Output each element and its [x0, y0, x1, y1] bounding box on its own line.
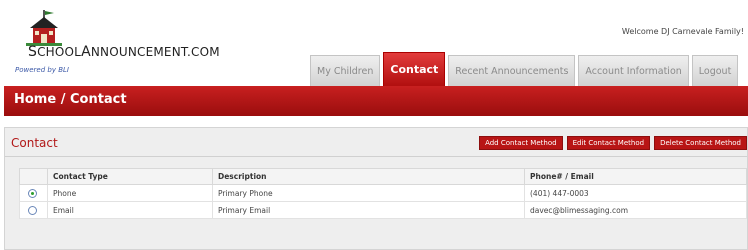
tab-my-children[interactable]: My Children: [310, 55, 381, 86]
delete-contact-method-button[interactable]: Delete Contact Method: [654, 136, 747, 150]
row-radio-button[interactable]: [28, 188, 37, 198]
panel-title: Contact: [11, 136, 58, 150]
column-header-phone-email: Phone# / Email: [524, 168, 747, 185]
page-header-bar: Home / Contact: [4, 86, 748, 116]
welcome-message: Welcome DJ Carnevale Family!: [621, 27, 744, 36]
cell-phone-email: (401) 447-0003: [524, 184, 747, 202]
main-tabs: My Children Contact Recent Announcements…: [310, 52, 741, 86]
logo-wordmark: SCHOOLANNOUNCEMENT.COM: [28, 44, 220, 60]
schoolhouse-icon: [26, 10, 62, 46]
contact-panel: Contact Add Contact Method Edit Contact …: [4, 127, 748, 250]
edit-contact-method-button[interactable]: Edit Contact Method: [566, 136, 651, 150]
cell-phone-email: davec@blimessaging.com: [524, 201, 747, 219]
site-logo[interactable]: SCHOOLANNOUNCEMENT.COM Powered by BLI: [12, 6, 232, 76]
cell-description: Primary Phone: [212, 184, 525, 202]
contact-actions: Add Contact Method Edit Contact Method D…: [475, 136, 747, 150]
cell-contact-type: Email: [47, 201, 213, 219]
tab-account-information[interactable]: Account Information: [578, 55, 689, 86]
cell-contact-type: Phone: [47, 184, 213, 202]
cell-description: Primary Email: [212, 201, 525, 219]
table-row[interactable]: Phone Primary Phone (401) 447-0003: [19, 184, 747, 202]
row-radio-button[interactable]: [28, 205, 37, 215]
select-column-header: [19, 168, 48, 185]
column-header-contact-type: Contact Type: [47, 168, 213, 185]
tab-contact[interactable]: Contact: [383, 52, 446, 86]
breadcrumb: Home / Contact: [14, 92, 127, 107]
contact-table: Contact Type Description Phone# / Email …: [19, 168, 747, 219]
table-header-row: Contact Type Description Phone# / Email: [19, 168, 747, 185]
row-select-cell: [19, 184, 48, 202]
table-row[interactable]: Email Primary Email davec@blimessaging.c…: [19, 201, 747, 219]
add-contact-method-button[interactable]: Add Contact Method: [479, 136, 563, 150]
panel-divider: [5, 156, 747, 157]
column-header-description: Description: [212, 168, 525, 185]
tab-recent-announcements[interactable]: Recent Announcements: [448, 55, 576, 86]
powered-by-text: Powered by BLI: [15, 66, 69, 74]
row-select-cell: [19, 201, 48, 219]
tab-logout[interactable]: Logout: [691, 55, 739, 86]
